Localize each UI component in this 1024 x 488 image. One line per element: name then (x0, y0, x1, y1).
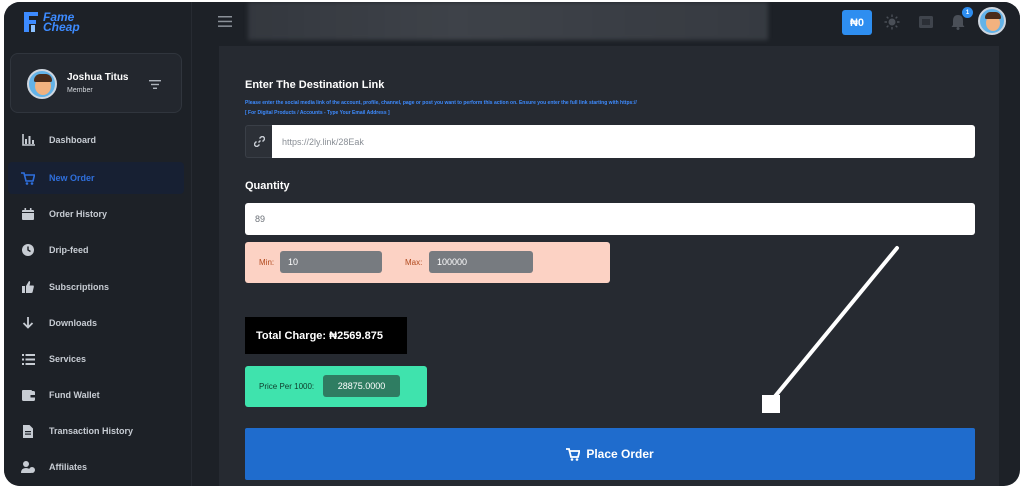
thumbs-up-icon (21, 280, 35, 294)
chart-icon (21, 133, 35, 147)
notification-badge: 1 (962, 7, 973, 18)
price-per-1000-panel: Price Per 1000: 28875.0000 (245, 366, 427, 407)
sidebar: Fame Cheap Joshua Titus Member Dashboard… (4, 2, 192, 486)
sidebar-item-label: Fund Wallet (49, 390, 100, 400)
sidebar-item-label: New Order (49, 173, 95, 183)
sidebar-item-fund-wallet[interactable]: Fund Wallet (8, 379, 184, 411)
wallet-balance-button[interactable]: ₦0 (842, 10, 872, 35)
avatar (27, 69, 57, 99)
filter-icon[interactable] (149, 80, 161, 89)
place-order-label: Place Order (586, 447, 654, 461)
cart-icon (21, 171, 35, 185)
file-icon (21, 424, 35, 438)
destination-link-input[interactable] (272, 125, 975, 158)
list-icon (21, 352, 35, 366)
max-label: Max: (405, 258, 423, 267)
sidebar-item-label: Services (49, 354, 87, 364)
min-value: 10 (280, 251, 382, 273)
calendar-icon (21, 207, 35, 221)
wallet-icon (21, 388, 35, 402)
menu-icon[interactable] (218, 16, 232, 27)
destination-heading: Enter The Destination Link (245, 79, 385, 91)
quantity-heading: Quantity (245, 180, 290, 192)
avatar-hair (985, 12, 1001, 19)
place-order-button[interactable]: Place Order (245, 428, 975, 480)
sidebar-item-label: Dashboard (49, 135, 97, 145)
sidebar-item-downloads[interactable]: Downloads (8, 307, 184, 339)
fullscreen-icon[interactable] (918, 14, 934, 30)
sun-icon[interactable] (884, 14, 900, 30)
sidebar-item-label: Order History (49, 209, 108, 219)
profile-role: Member (67, 87, 93, 94)
total-charge: Total Charge: ₦2569.875 (245, 317, 407, 354)
min-label: Min: (259, 258, 275, 267)
sidebar-item-label: Drip-feed (49, 245, 89, 255)
order-form-card: Enter The Destination Link Please enter … (219, 46, 999, 486)
user-avatar[interactable] (978, 7, 1006, 35)
sidebar-item-subscriptions[interactable]: Subscriptions (8, 271, 184, 303)
profile-name: Joshua Titus (67, 72, 129, 83)
sidebar-item-drip-feed[interactable]: Drip-feed (8, 234, 184, 266)
cart-icon (566, 447, 581, 461)
logo-icon (24, 12, 38, 32)
link-icon (245, 125, 272, 158)
destination-help-note: [ For Digital Products / Accounts - Type… (245, 110, 390, 116)
avatar-hair (34, 74, 52, 82)
min-max-panel: Min: 10 Max: 100000 (245, 242, 610, 283)
logo[interactable]: Fame Cheap (22, 10, 80, 34)
price-label: Price Per 1000: (259, 382, 315, 391)
logo-line-2: Cheap (43, 20, 80, 34)
sidebar-item-dashboard[interactable]: Dashboard (8, 124, 184, 156)
sidebar-item-order-history[interactable]: Order History (8, 198, 184, 230)
app-window: Fame Cheap Joshua Titus Member Dashboard… (4, 2, 1020, 486)
destination-help-text: Please enter the social media link of th… (245, 100, 637, 106)
sidebar-item-label: Affiliates (49, 462, 88, 472)
sidebar-item-label: Transaction History (49, 426, 134, 436)
top-bar: ₦0 1 (192, 2, 1020, 46)
max-value: 100000 (429, 251, 533, 273)
quantity-input[interactable] (245, 203, 975, 235)
price-value: 28875.0000 (323, 375, 400, 397)
blurred-region (248, 2, 768, 40)
clock-icon (21, 243, 35, 257)
sidebar-item-label: Downloads (49, 318, 98, 328)
logo-text: Fame Cheap (43, 11, 80, 34)
link-input-group (245, 125, 975, 158)
profile-card[interactable]: Joshua Titus Member (10, 53, 182, 113)
users-icon (21, 460, 35, 474)
sidebar-item-new-order[interactable]: New Order (8, 162, 184, 194)
arrow-down-icon (21, 316, 35, 330)
sidebar-item-services[interactable]: Services (8, 343, 184, 375)
sidebar-item-affiliates[interactable]: Affiliates (8, 451, 184, 483)
sidebar-item-label: Subscriptions (49, 282, 110, 292)
sidebar-item-transaction-history[interactable]: Transaction History (8, 415, 184, 447)
